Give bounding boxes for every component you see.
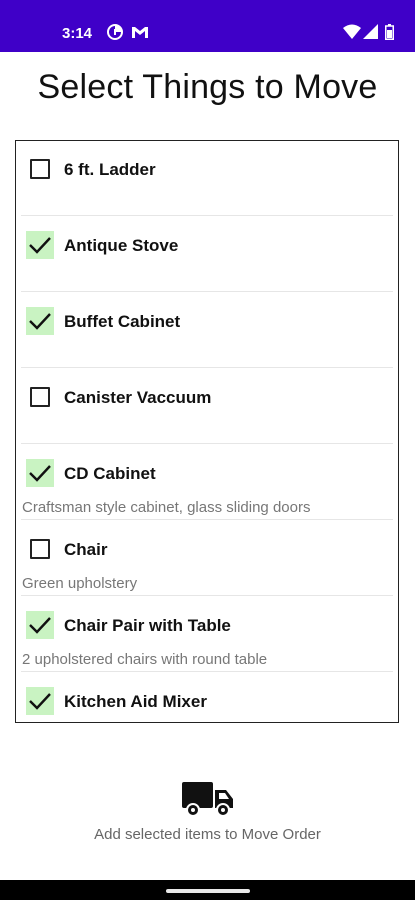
item-name: Antique Stove xyxy=(64,236,179,255)
status-time: 3:14 xyxy=(62,25,93,42)
item-name: 6 ft. Ladder xyxy=(64,160,156,179)
data-saver-icon xyxy=(107,24,123,40)
home-handle[interactable] xyxy=(166,889,250,893)
list-item[interactable]: Canister Vaccuum xyxy=(21,369,393,444)
item-name: Chair xyxy=(64,540,108,559)
item-name: Chair Pair with Table xyxy=(64,616,231,635)
move-order-label: Add selected items to Move Order xyxy=(94,826,321,843)
list-item[interactable]: Chair Green upholstery xyxy=(21,521,393,596)
list-item[interactable]: Buffet Cabinet xyxy=(21,293,393,368)
page-title: Select Things to Move xyxy=(37,68,378,106)
item-description: Green upholstery xyxy=(22,575,138,592)
list-item[interactable]: Kitchen Aid Mixer xyxy=(21,673,393,722)
navigation-bar xyxy=(0,880,415,900)
checkmark-icon xyxy=(29,237,51,254)
add-to-move-order-button[interactable]: Add selected items to Move Order xyxy=(0,770,415,860)
gmail-icon xyxy=(132,27,148,38)
item-checkbox[interactable] xyxy=(26,307,54,335)
item-name: CD Cabinet xyxy=(64,464,156,483)
item-checkbox[interactable] xyxy=(26,231,54,259)
item-checkbox[interactable] xyxy=(26,155,54,183)
list-item[interactable]: Chair Pair with Table 2 upholstered chai… xyxy=(21,597,393,672)
checkmark-icon xyxy=(29,617,51,634)
item-name: Kitchen Aid Mixer xyxy=(64,692,207,711)
checkmark-icon xyxy=(29,313,51,330)
battery-icon xyxy=(385,24,394,40)
item-list[interactable]: 6 ft. Ladder Antique Stove Buffet Cabine… xyxy=(15,140,399,723)
item-name: Buffet Cabinet xyxy=(64,312,181,331)
wifi-icon xyxy=(343,24,361,39)
list-item[interactable]: CD Cabinet Craftsman style cabinet, glas… xyxy=(21,445,393,520)
item-checkbox[interactable] xyxy=(26,535,54,563)
item-checkbox[interactable] xyxy=(26,459,54,487)
checkmark-icon xyxy=(29,465,51,482)
item-checkbox[interactable] xyxy=(26,687,54,715)
signal-icon xyxy=(363,24,378,39)
item-description: 2 upholstered chairs with round table xyxy=(22,651,268,668)
truck-icon[interactable] xyxy=(181,776,235,820)
status-bar: 3:14 xyxy=(0,0,415,52)
item-description: Craftsman style cabinet, glass sliding d… xyxy=(22,499,311,516)
item-checkbox[interactable] xyxy=(26,383,54,411)
list-item[interactable]: 6 ft. Ladder xyxy=(21,141,393,216)
item-name: Canister Vaccuum xyxy=(64,388,212,407)
checkmark-icon xyxy=(29,693,51,710)
item-checkbox[interactable] xyxy=(26,611,54,639)
list-item[interactable]: Antique Stove xyxy=(21,217,393,292)
